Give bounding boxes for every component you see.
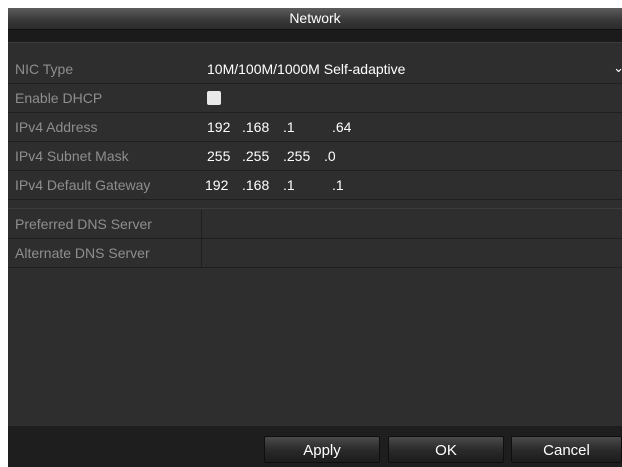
gateway-octet-3[interactable]: .1	[283, 177, 295, 193]
gateway-octet-4[interactable]: .1	[332, 177, 344, 193]
alternate-dns-row: Alternate DNS Server	[8, 239, 622, 268]
gateway-octet-1[interactable]: 192	[205, 177, 228, 193]
subnet-mask-octet-3[interactable]: .255	[283, 148, 310, 164]
gateway-octet-2[interactable]: .168	[242, 177, 269, 193]
ipv4-default-gateway-label: IPv4 Default Gateway	[15, 177, 151, 193]
ipv4-default-gateway-row: IPv4 Default Gateway 192 .168 .1 .1	[8, 171, 622, 200]
ipv4-address-octet-1[interactable]: 192	[207, 119, 230, 135]
preferred-dns-row: Preferred DNS Server	[8, 210, 622, 239]
alternate-dns-label: Alternate DNS Server	[15, 245, 150, 261]
field-divider	[201, 239, 202, 267]
apply-button[interactable]: Apply	[264, 436, 380, 463]
nic-type-label: NIC Type	[15, 61, 74, 77]
button-bar: Apply OK Cancel	[8, 426, 622, 467]
dns-panel: Preferred DNS Server Alternate DNS Serve…	[8, 208, 622, 273]
ok-button[interactable]: OK	[388, 436, 504, 463]
ipv4-address-octet-2[interactable]: .168	[242, 119, 269, 135]
subnet-mask-octet-4[interactable]: .0	[324, 148, 336, 164]
content-area	[8, 272, 622, 426]
header-spacer	[8, 30, 622, 42]
ipv4-address-octet-4[interactable]: .64	[332, 119, 351, 135]
subnet-mask-octet-2[interactable]: .255	[242, 148, 269, 164]
ipv4-address-label: IPv4 Address	[15, 119, 98, 135]
enable-dhcp-row: Enable DHCP	[8, 84, 622, 113]
network-window: Network NIC Type 10M/100M/1000M Self-ada…	[8, 8, 622, 467]
window-title: Network	[289, 10, 341, 26]
ipv4-subnet-mask-label: IPv4 Subnet Mask	[15, 148, 129, 164]
enable-dhcp-label: Enable DHCP	[15, 90, 103, 106]
nic-type-select[interactable]: 10M/100M/1000M Self-adaptive	[207, 61, 405, 77]
title-bar: Network	[8, 8, 622, 30]
ipv4-address-octet-3[interactable]: .1	[283, 119, 295, 135]
network-settings-panel: NIC Type 10M/100M/1000M Self-adaptive ⌄ …	[8, 42, 622, 213]
ipv4-subnet-mask-row: IPv4 Subnet Mask 255 .255 .255 .0	[8, 142, 622, 171]
nic-type-row[interactable]: NIC Type 10M/100M/1000M Self-adaptive ⌄	[8, 55, 622, 84]
field-divider	[201, 210, 202, 238]
subnet-mask-octet-1[interactable]: 255	[207, 148, 230, 164]
preferred-dns-label: Preferred DNS Server	[15, 216, 152, 232]
enable-dhcp-checkbox[interactable]	[207, 91, 221, 105]
cancel-button[interactable]: Cancel	[511, 436, 622, 463]
chevron-down-icon[interactable]: ⌄	[613, 60, 622, 76]
ipv4-address-row: IPv4 Address 192 .168 .1 .64	[8, 113, 622, 142]
